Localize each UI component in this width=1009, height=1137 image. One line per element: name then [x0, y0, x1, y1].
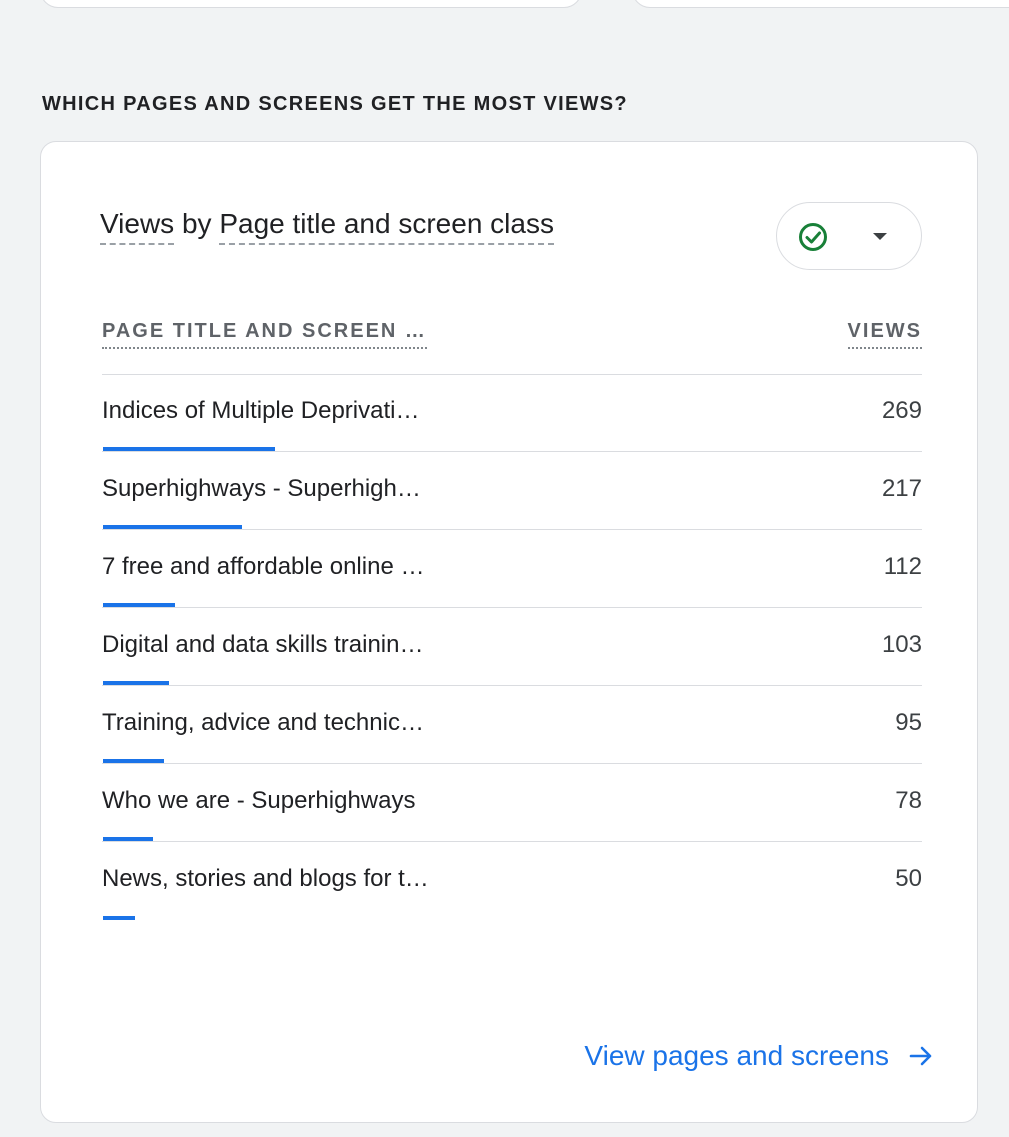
- previous-card-right: [632, 0, 1009, 8]
- table-row[interactable]: Who we are - Superhighways 78: [102, 764, 922, 842]
- row-views-value: 50: [895, 865, 922, 892]
- table-row[interactable]: Digital and data skills trainin… 103: [102, 608, 922, 686]
- check-circle-icon: [799, 223, 827, 251]
- table-header: PAGE TITLE AND SCREEN … VIEWS: [102, 316, 922, 375]
- table-row[interactable]: Training, advice and technic… 95: [102, 686, 922, 764]
- section-heading: WHICH PAGES AND SCREENS GET THE MOST VIE…: [42, 93, 628, 115]
- metric-selector[interactable]: Views: [100, 208, 175, 245]
- arrow-right-icon: [909, 1046, 932, 1066]
- view-pages-link-label: View pages and screens: [584, 1040, 889, 1071]
- row-views-bar: [103, 916, 135, 920]
- row-views-value: 95: [895, 709, 922, 736]
- row-page-title: Indices of Multiple Deprivati…: [102, 397, 420, 424]
- table-row[interactable]: 7 free and affordable online … 112: [102, 530, 922, 608]
- card-title: Views by Page title and screen class: [100, 208, 554, 245]
- title-connector: by: [174, 208, 220, 239]
- column-header-page-title[interactable]: PAGE TITLE AND SCREEN …: [102, 320, 427, 349]
- view-pages-link[interactable]: View pages and screens: [584, 1040, 935, 1072]
- data-quality-dropdown[interactable]: [776, 202, 922, 270]
- row-views-value: 78: [895, 787, 922, 814]
- row-views-bar: [103, 603, 175, 607]
- table-row[interactable]: News, stories and blogs for t… 50: [102, 842, 922, 920]
- row-page-title: News, stories and blogs for t…: [102, 865, 429, 892]
- table-row[interactable]: Indices of Multiple Deprivati… 269: [102, 374, 922, 452]
- row-page-title: Digital and data skills trainin…: [102, 631, 424, 658]
- row-views-bar: [103, 525, 242, 529]
- row-views-value: 112: [883, 553, 922, 580]
- row-page-title: 7 free and affordable online …: [102, 553, 425, 580]
- caret-down-icon: [873, 233, 887, 240]
- top-pages-card: Views by Page title and screen class PAG…: [40, 141, 978, 1123]
- row-page-title: Training, advice and technic…: [102, 709, 424, 736]
- row-page-title: Who we are - Superhighways: [102, 787, 416, 814]
- table-row[interactable]: Superhighways - Superhigh… 217: [102, 452, 922, 530]
- table-rows: Indices of Multiple Deprivati… 269 Superhi…: [102, 374, 922, 920]
- row-page-title: Superhighways - Superhigh…: [102, 475, 421, 502]
- previous-card-left: [40, 0, 582, 8]
- row-views-bar: [103, 837, 153, 841]
- dimension-selector[interactable]: Page title and screen class: [219, 208, 554, 245]
- row-views-bar: [103, 759, 164, 763]
- row-views-value: 217: [881, 475, 922, 502]
- row-views-value: 103: [881, 631, 922, 658]
- row-views-bar: [103, 681, 169, 685]
- column-header-views[interactable]: VIEWS: [847, 320, 922, 349]
- row-views-value: 269: [881, 397, 922, 424]
- row-views-bar: [103, 447, 275, 451]
